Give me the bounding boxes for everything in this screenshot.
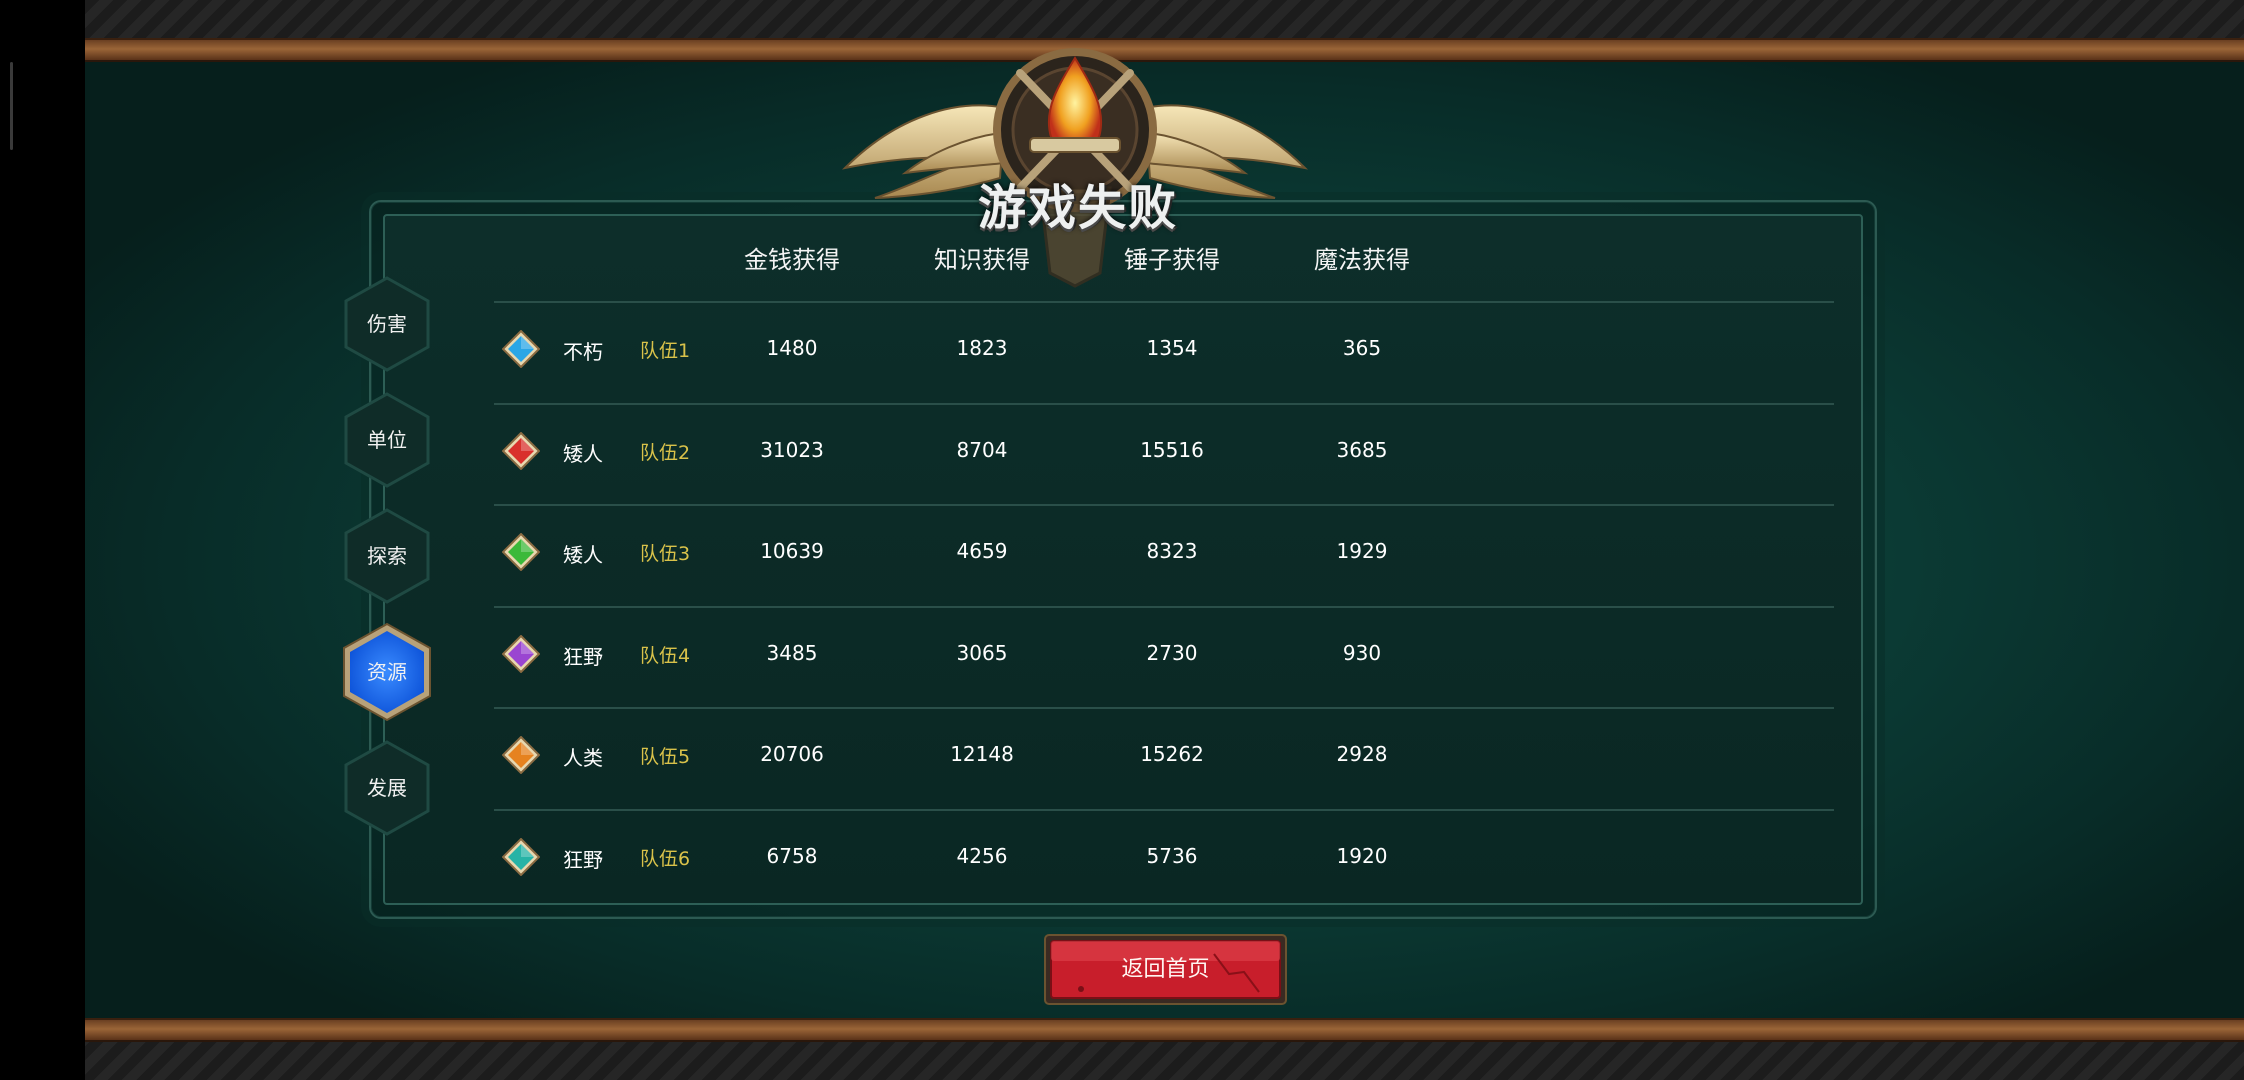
gold-value: 1480 xyxy=(766,336,818,360)
column-header-knowledge: 知识获得 xyxy=(934,246,1030,274)
gold-value: 10639 xyxy=(760,539,824,563)
tab-damage[interactable]: 伤害 xyxy=(342,274,432,374)
tab-units[interactable]: 单位 xyxy=(342,390,432,490)
magic-value: 930 xyxy=(1342,641,1382,665)
race-name: 狂野 xyxy=(563,645,603,669)
tab-units-label: 单位 xyxy=(367,428,407,452)
row-divider xyxy=(494,707,1834,709)
gold-value: 3485 xyxy=(766,641,818,665)
row-divider xyxy=(494,403,1834,405)
bottom-border xyxy=(85,1018,2244,1080)
race-name: 人类 xyxy=(563,746,603,770)
hammer-value: 1354 xyxy=(1146,336,1198,360)
hammer-value: 2730 xyxy=(1146,641,1198,665)
tab-resources-label: 资源 xyxy=(367,660,407,684)
tab-damage-label: 伤害 xyxy=(367,312,407,336)
knowledge-value: 12148 xyxy=(950,742,1014,766)
knowledge-value: 3065 xyxy=(956,641,1008,665)
system-handle[interactable] xyxy=(10,62,13,150)
gold-value: 20706 xyxy=(760,742,824,766)
row-divider xyxy=(494,504,1834,506)
left-system-bar xyxy=(0,0,85,1080)
race-name: 不朽 xyxy=(563,340,603,364)
column-header-magic: 魔法获得 xyxy=(1314,246,1410,274)
tab-development-label: 发展 xyxy=(367,776,407,800)
team-gem-icon xyxy=(502,838,540,876)
tab-development[interactable]: 发展 xyxy=(342,738,432,838)
team-gem-icon xyxy=(502,736,540,774)
magic-value: 1929 xyxy=(1336,539,1388,563)
tab-explore-label: 探索 xyxy=(367,544,407,568)
team-gem-icon xyxy=(502,330,540,368)
team-gem-icon xyxy=(502,432,540,470)
hammer-value: 15516 xyxy=(1140,438,1204,462)
hammer-value: 5736 xyxy=(1146,844,1198,868)
knowledge-value: 1823 xyxy=(956,336,1008,360)
magic-value: 1920 xyxy=(1336,844,1388,868)
gold-value: 6758 xyxy=(766,844,818,868)
column-header-gold: 金钱获得 xyxy=(744,246,840,274)
row-divider xyxy=(494,301,1834,303)
row-divider xyxy=(494,809,1834,811)
team-gem-icon xyxy=(502,533,540,571)
hammer-value: 15262 xyxy=(1140,742,1204,766)
tab-explore[interactable]: 探索 xyxy=(342,506,432,606)
hammer-value: 8323 xyxy=(1146,539,1198,563)
magic-value: 3685 xyxy=(1336,438,1388,462)
gold-value: 31023 xyxy=(760,438,824,462)
knowledge-value: 8704 xyxy=(956,438,1008,462)
magic-value: 2928 xyxy=(1336,742,1388,766)
race-name: 矮人 xyxy=(563,543,603,567)
return-home-button[interactable]: 返回首页 xyxy=(1044,934,1287,1005)
column-header-hammer: 锤子获得 xyxy=(1124,246,1220,274)
race-name: 狂野 xyxy=(563,848,603,872)
team-gem-icon xyxy=(502,635,540,673)
race-name: 矮人 xyxy=(563,442,603,466)
tab-resources[interactable]: 资源 xyxy=(342,622,432,722)
knowledge-value: 4256 xyxy=(956,844,1008,868)
return-home-label: 返回首页 xyxy=(1121,957,1210,982)
magic-value: 365 xyxy=(1342,336,1382,360)
page-title: 游戏失败 xyxy=(978,180,1179,236)
knowledge-value: 4659 xyxy=(956,539,1008,563)
row-divider xyxy=(494,606,1834,608)
